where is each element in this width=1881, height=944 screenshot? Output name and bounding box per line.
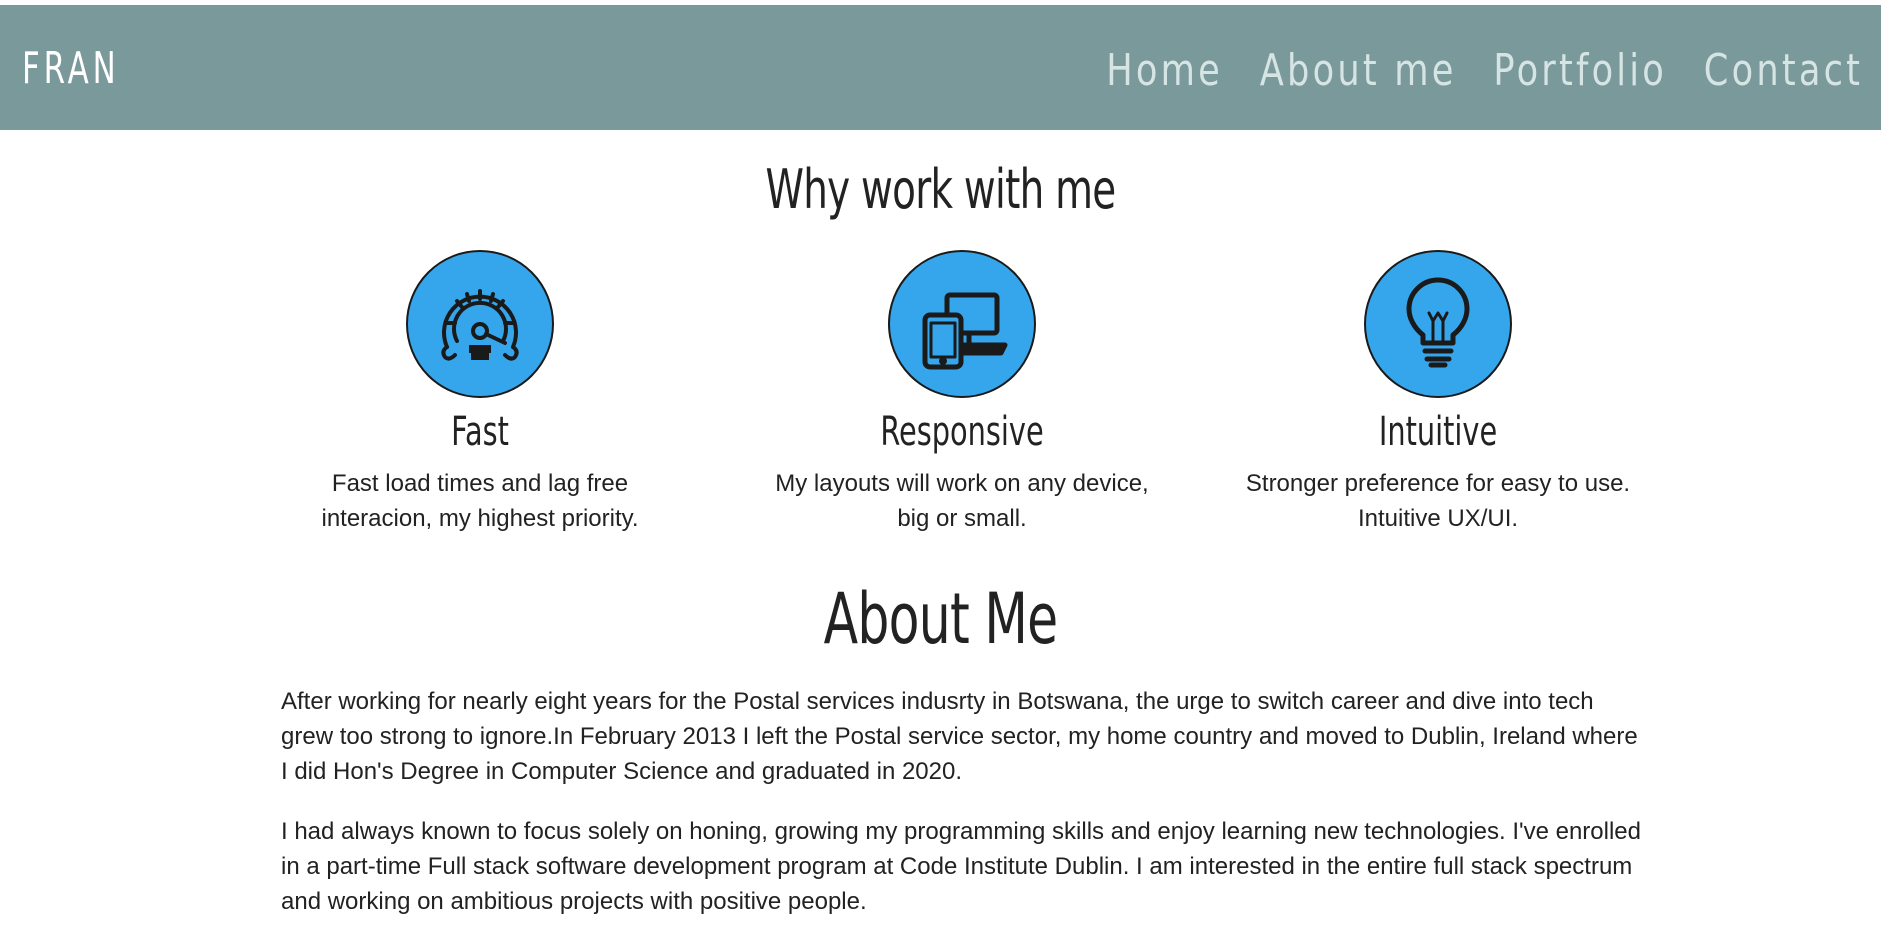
nav-portfolio[interactable]: Portfolio: [1493, 45, 1667, 96]
feature-title: Fast: [451, 409, 509, 455]
lightbulb-icon: [1364, 250, 1512, 398]
nav-about[interactable]: About me: [1260, 45, 1457, 96]
speedometer-icon: [406, 250, 554, 398]
feature-title: Responsive: [880, 409, 1044, 455]
site-header: FRAN Home About me Portfolio Contact: [0, 5, 1881, 130]
feature-description: Stronger preference for easy to use. Intu…: [1245, 470, 1631, 532]
devices-icon: [888, 250, 1036, 398]
about-section-title: About Me: [823, 578, 1058, 660]
feature-description: My layouts will work on any device, big o…: [775, 470, 1149, 532]
about-text: After working for nearly eight years for…: [281, 684, 1641, 944]
nav-home[interactable]: Home: [1106, 45, 1223, 96]
feature-title: Intuitive: [1378, 409, 1498, 455]
why-section-title: Why work with me: [765, 158, 1116, 221]
about-paragraph: After working for nearly eight years for…: [281, 688, 1638, 785]
main-nav: Home About me Portfolio Contact: [1084, 45, 1863, 96]
nav-contact[interactable]: Contact: [1704, 45, 1863, 96]
about-paragraph: I had always known to focus solely on ho…: [281, 818, 1641, 915]
feature-fast: Fast Fast load times and lag free interac…: [250, 250, 710, 536]
feature-responsive: Responsive My layouts will work on any d…: [732, 250, 1192, 536]
feature-intuitive: Intuitive Stronger preference for easy t…: [1208, 250, 1668, 536]
feature-description: Fast load times and lag free interacion, …: [321, 470, 639, 532]
brand-logo[interactable]: FRAN: [22, 43, 120, 94]
